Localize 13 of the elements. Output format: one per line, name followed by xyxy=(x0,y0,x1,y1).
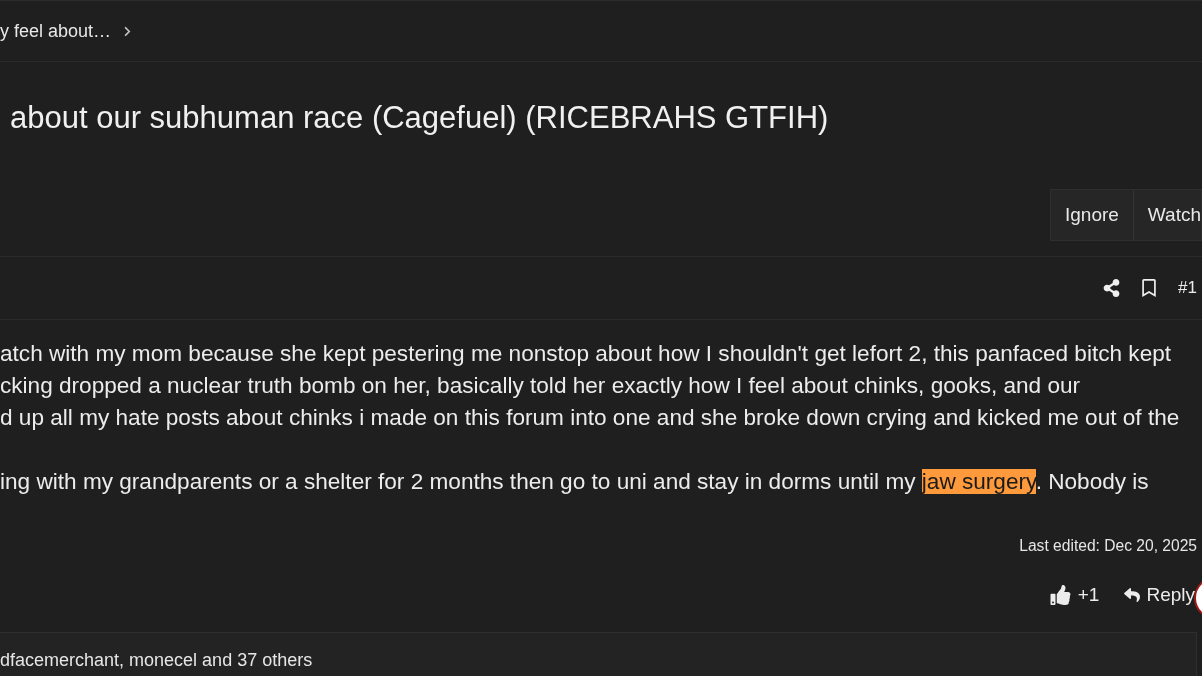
thread-title: about our subhuman race (Cagefuel) (RICEBRAHS GTFIH) xyxy=(10,99,829,137)
post-body-paragraph: atch with my mom because she kept pestering me nonstop about how I shouldn't get lefort 2, this panfaced bitch kept cking dropped a nuclear truth bomb on her, basically told her exactly how I feel about chinks, gooks, and our d up all my hate posts about chinks i made on this forum into one and she broke down crying and kicked me out of the xyxy=(0,340,1180,432)
last-edited-text: Last edited: Dec 20, 2025 xyxy=(1019,536,1197,556)
chevron-right-icon xyxy=(123,25,133,37)
like-button[interactable]: +1 xyxy=(1049,580,1100,610)
reactions-text[interactable]: dfacemerchant, monecel and 37 others xyxy=(0,649,1196,671)
breadcrumb-link[interactable]: y feel about… xyxy=(0,17,112,45)
post-number-link[interactable]: #1 xyxy=(1178,275,1197,301)
bookmark-icon[interactable] xyxy=(1142,279,1157,297)
reply-arrow-icon xyxy=(1123,587,1142,603)
thumbs-up-icon xyxy=(1049,585,1071,605)
reply-button[interactable]: Reply xyxy=(1123,580,1195,610)
share-icon[interactable] xyxy=(1103,279,1121,297)
